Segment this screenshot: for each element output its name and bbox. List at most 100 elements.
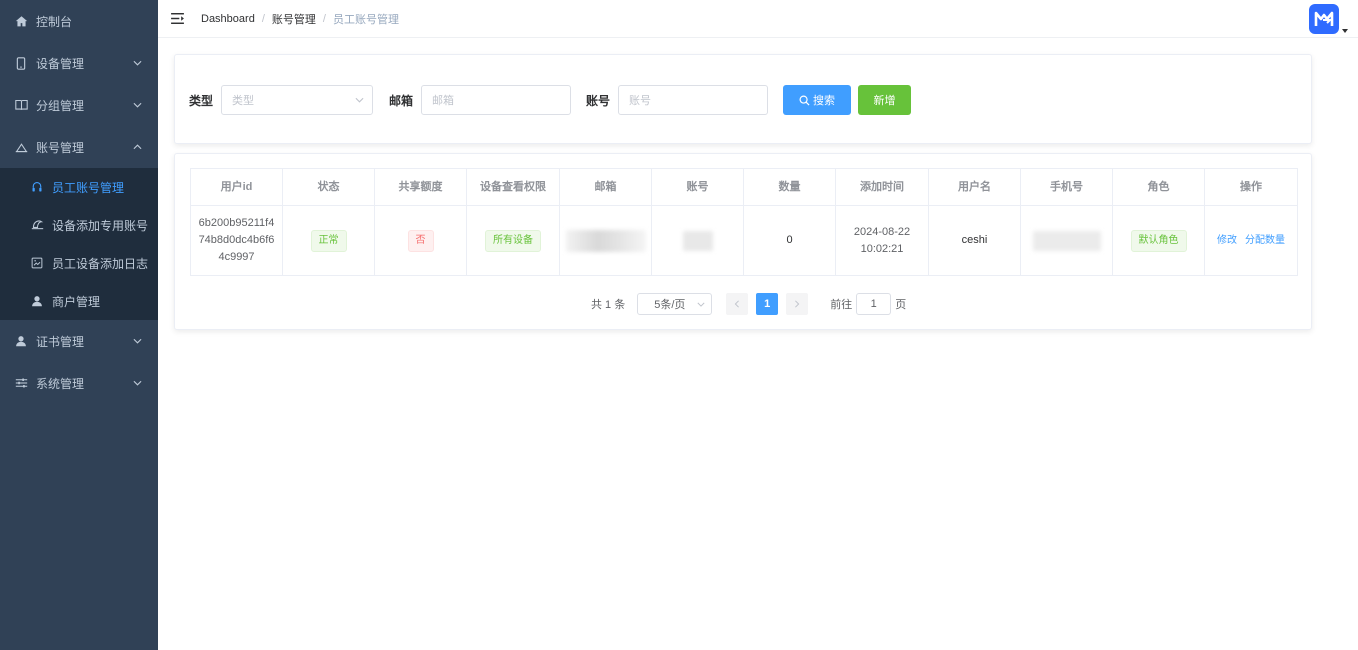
breadcrumb-separator: / [261,12,265,25]
sidebar-item-accounts[interactable]: 账号管理 [0,126,158,168]
added-time-value: 2024-08-22 10:02:21 [853,225,911,255]
column-header: 操作 [1240,180,1262,193]
breadcrumb-item-dashboard[interactable]: Dashboard [201,13,255,25]
bell-icon [30,218,44,232]
filter-form: 类型 类型 邮箱 邮箱 账号 账号 搜索 新增 [189,85,912,115]
type-label: 类型 [189,93,214,108]
column-header: 添加时间 [836,169,929,205]
chevron-right-icon [795,300,800,308]
sidebar-item-staff-accounts[interactable]: 员工账号管理 [0,168,158,206]
email-input[interactable]: 邮箱 [421,85,572,115]
column-header: 用户名 [929,169,1021,205]
status-badge: 正常 [310,229,347,252]
cloud-icon [14,140,28,154]
role-cell: 默认角色 [1113,206,1205,275]
shared-quota-badge: 否 [407,229,434,252]
account-cell [652,206,744,275]
breadcrumb-item-accounts[interactable]: 账号管理 [272,11,316,27]
redacted-account [682,230,713,251]
column-header: 用户id [191,169,283,205]
sidebar-item-certificates[interactable]: 证书管理 [0,320,158,362]
pagination: 共 1 条 5条/页 1 前往 1 页 [591,293,906,315]
sidebar-item-label: 设备管理 [36,56,85,71]
chevron-up-icon [132,142,142,152]
breadcrumb: Dashboard / 账号管理 / 员工账号管理 [201,11,399,27]
page-size-value: 5条/页 [654,299,686,311]
sidebar-item-groups[interactable]: 分组管理 [0,84,158,126]
sidebar-item-dashboard[interactable]: 控制台 [0,0,158,42]
picture-icon [30,256,44,270]
book-icon [14,98,28,112]
count-value: 0 [786,234,793,246]
person-icon [30,294,44,308]
sidebar-item-device-add-accounts[interactable]: 设备添加专用账号 [0,206,158,244]
search-button[interactable]: 搜索 [783,85,852,115]
assign-quantity-link[interactable]: 分配数量 [1245,232,1285,249]
user-id-cell: 6b200b95211f474b8d0dc4b6f64c9997 [191,206,283,275]
add-button-label: 新增 [873,95,896,107]
logo-icon [1314,11,1334,26]
chevron-down-icon [132,336,142,346]
sidebar-item-label: 员工账号管理 [52,180,125,195]
user-menu[interactable] [1309,4,1348,34]
caret-down-icon [1342,28,1348,34]
sidebar-item-merchants[interactable]: 商户管理 [0,282,158,320]
count-cell: 0 [744,206,836,275]
pagination-total: 共 1 条 [591,299,626,311]
column-header: 角色 [1113,169,1205,205]
filter-panel: 类型 类型 邮箱 邮箱 账号 账号 搜索 新增 [174,54,1312,144]
menu-fold-icon[interactable] [170,12,184,26]
chevron-down-icon [132,378,142,388]
page-size-select[interactable]: 5条/页 [637,293,713,315]
search-button-label: 搜索 [813,95,836,107]
sidebar-item-label: 控制台 [36,14,73,29]
account-input-placeholder: 账号 [629,95,652,107]
account-label: 账号 [586,93,611,108]
accounts-table: 用户id 状态 共享额度 设备查看权限 邮箱 账号 数量 添加时间 用户名 手机… [190,168,1298,276]
sidebar-item-label: 商户管理 [52,294,101,309]
actions-cell: 修改 分配数量 [1205,206,1297,275]
page-jumper: 前往 1 页 [830,293,906,315]
sliders-icon [14,376,28,390]
status-cell: 正常 [283,206,375,275]
column-header: 账号 [652,169,744,205]
table-header-row: 用户id 状态 共享额度 设备查看权限 邮箱 账号 数量 添加时间 用户名 手机… [191,169,1297,205]
sidebar-item-device-add-log[interactable]: 员工设备添加日志 [0,244,158,282]
sidebar-item-devices[interactable]: 设备管理 [0,42,158,84]
column-header: 设备查看权限 [467,169,560,205]
type-select[interactable]: 类型 [221,85,374,115]
device-permission-cell: 所有设备 [467,206,560,275]
sidebar: 控制台 设备管理 分组管理 账号管理 员工账号管理 设备添加专用账号 员工设备添… [0,0,158,650]
top-navbar: Dashboard / 账号管理 / 员工账号管理 [158,0,1358,38]
column-header: 共享额度 [375,169,467,205]
breadcrumb-item-current: 员工账号管理 [332,13,399,26]
prev-page-button[interactable] [726,293,749,315]
account-input[interactable]: 账号 [618,85,769,115]
phone-cell [1021,206,1113,275]
sidebar-item-label: 分组管理 [36,98,85,113]
sidebar-item-system[interactable]: 系统管理 [0,362,158,404]
goto-page-input[interactable]: 1 [856,293,892,315]
next-page-button[interactable] [786,293,809,315]
username-value: ceshi [961,234,988,246]
add-button[interactable]: 新增 [858,85,912,115]
chevron-down-icon [354,95,364,105]
page-number-button[interactable]: 1 [756,293,779,315]
breadcrumb-separator: / [322,12,326,25]
redacted-phone [1032,230,1101,251]
edit-link[interactable]: 修改 [1217,232,1237,249]
table-panel: 用户id 状态 共享额度 设备查看权限 邮箱 账号 数量 添加时间 用户名 手机… [174,153,1312,330]
table-row: 6b200b95211f474b8d0dc4b6f64c9997 正常 否 所有… [191,205,1297,275]
chevron-down-icon [697,300,705,308]
sidebar-item-label: 员工设备添加日志 [52,256,149,271]
username-cell: ceshi [929,206,1021,275]
sidebar-item-label: 证书管理 [36,334,85,349]
role-badge: 默认角色 [1130,229,1187,252]
search-icon [799,95,810,106]
shared-quota-cell: 否 [375,206,467,275]
chevron-left-icon [734,300,740,308]
column-header: 数量 [744,169,836,205]
email-input-placeholder: 邮箱 [432,95,455,107]
device-permission-badge: 所有设备 [485,229,541,252]
avatar[interactable] [1309,4,1339,34]
